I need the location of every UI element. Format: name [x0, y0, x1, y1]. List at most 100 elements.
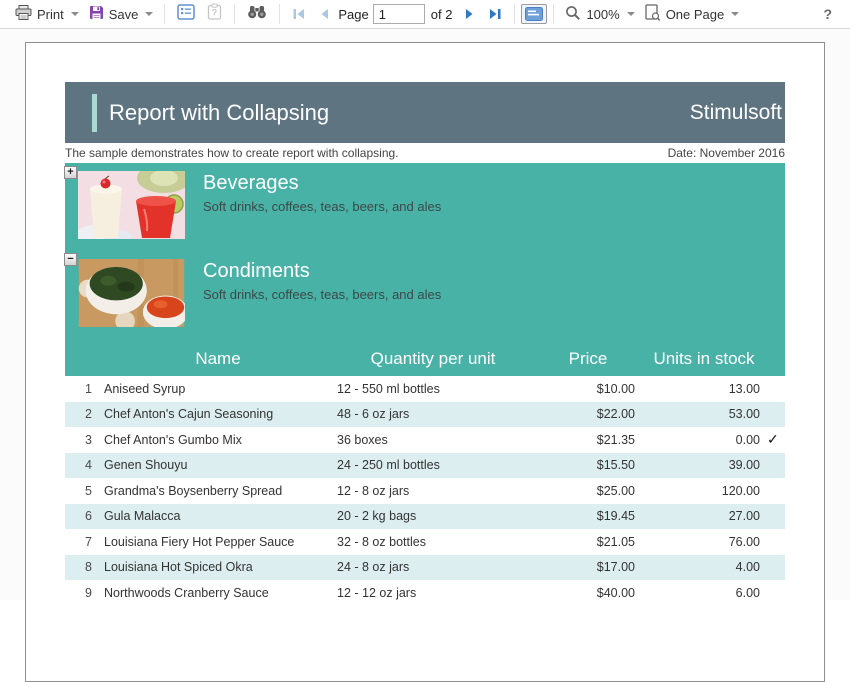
product-units: 27.00 — [643, 509, 765, 523]
product-price: $21.35 — [533, 433, 643, 447]
column-header-price: Price — [533, 349, 643, 369]
product-units: 13.00 — [643, 382, 765, 396]
toolbar-separator — [514, 4, 515, 24]
report-page: Report with Collapsing Stimulsoft The sa… — [25, 42, 825, 682]
product-quantity: 20 - 2 kg bags — [333, 509, 533, 523]
product-quantity: 24 - 250 ml bottles — [333, 458, 533, 472]
row-number: 4 — [65, 458, 103, 472]
bookmarks-button[interactable] — [171, 1, 201, 28]
expand-toggle-icon[interactable]: + — [64, 166, 77, 179]
row-number: 9 — [65, 586, 103, 600]
product-name: Louisiana Hot Spiced Okra — [103, 560, 333, 574]
column-header-name: Name — [103, 349, 333, 369]
product-price: $25.00 — [533, 484, 643, 498]
printer-icon — [15, 5, 32, 23]
product-quantity: 36 boxes — [333, 433, 533, 447]
table-row: 5 Grandma's Boysenberry Spread 12 - 8 oz… — [65, 478, 785, 504]
product-name: Chef Anton's Cajun Seasoning — [103, 407, 333, 421]
row-number: 6 — [65, 509, 103, 523]
product-name: Gula Malacca — [103, 509, 333, 523]
product-name: Chef Anton's Gumbo Mix — [103, 433, 333, 447]
prev-page-button[interactable] — [312, 5, 336, 23]
toolbar-separator — [164, 4, 165, 24]
last-page-icon — [488, 8, 502, 20]
save-button[interactable]: Save — [84, 2, 159, 26]
find-button[interactable] — [241, 1, 273, 27]
row-number: 3 — [65, 433, 103, 447]
table-row: 9 Northwoods Cranberry Sauce 12 - 12 oz … — [65, 580, 785, 606]
table-header-row: Name Quantity per unit Price Units in st… — [65, 341, 785, 376]
next-page-button[interactable] — [458, 5, 482, 23]
chevron-down-icon — [627, 12, 635, 16]
report-title: Report with Collapsing — [109, 100, 690, 126]
last-page-button[interactable] — [482, 5, 508, 23]
product-quantity: 12 - 550 ml bottles — [333, 382, 533, 396]
chevron-down-icon — [71, 12, 79, 16]
product-units: 39.00 — [643, 458, 765, 472]
print-button[interactable]: Print — [10, 2, 84, 26]
row-number: 2 — [65, 407, 103, 421]
product-units: 0.00 — [643, 433, 765, 447]
prev-page-icon — [318, 8, 330, 20]
table-row: 4 Genen Shouyu 24 - 250 ml bottles $15.5… — [65, 453, 785, 479]
product-name: Northwoods Cranberry Sauce — [103, 586, 333, 600]
page-total-label: of 2 — [431, 7, 453, 22]
first-page-icon — [292, 8, 306, 20]
product-price: $22.00 — [533, 407, 643, 421]
table-row: 2 Chef Anton's Cajun Seasoning 48 - 6 oz… — [65, 402, 785, 428]
category-beverages: + — [65, 163, 785, 251]
brand-label: Stimulsoft — [690, 101, 782, 125]
save-label: Save — [109, 7, 139, 22]
table-body: 1 Aniseed Syrup 12 - 550 ml bottles $10.… — [65, 376, 785, 606]
report-viewer-area: Report with Collapsing Stimulsoft The sa… — [0, 30, 850, 600]
row-number: 5 — [65, 484, 103, 498]
zoom-button[interactable]: 100% — [560, 2, 639, 27]
toolbar-separator — [553, 4, 554, 24]
page-number-input[interactable] — [373, 4, 425, 24]
beverages-photo — [78, 171, 185, 239]
product-name: Louisiana Fiery Hot Pepper Sauce — [103, 535, 333, 549]
toolbar-separator — [279, 4, 280, 24]
product-price: $21.05 — [533, 535, 643, 549]
toolbar-separator — [234, 4, 235, 24]
product-units: 4.00 — [643, 560, 765, 574]
category-text: Beverages Soft drinks, coffees, teas, be… — [203, 172, 441, 214]
chevron-down-icon — [145, 12, 153, 16]
full-screen-button[interactable] — [521, 4, 547, 24]
magnifier-icon — [565, 5, 581, 24]
product-units: 76.00 — [643, 535, 765, 549]
parameters-clipboard-icon: ? — [207, 3, 222, 25]
help-button[interactable]: ? — [815, 4, 840, 24]
category-name: Beverages — [203, 172, 441, 195]
report-content: Report with Collapsing Stimulsoft The sa… — [65, 82, 785, 606]
parameters-button[interactable]: ? — [201, 0, 228, 28]
report-date: Date: November 2016 — [668, 146, 785, 160]
view-mode-label: One Page — [666, 7, 725, 22]
category-description: Soft drinks, coffees, teas, beers, and a… — [203, 287, 441, 302]
category-description: Soft drinks, coffees, teas, beers, and a… — [203, 199, 441, 214]
first-page-button[interactable] — [286, 5, 312, 23]
collapse-toggle-icon[interactable]: − — [64, 253, 77, 266]
product-price: $15.50 — [533, 458, 643, 472]
table-row: 7 Louisiana Fiery Hot Pepper Sauce 32 - … — [65, 529, 785, 555]
category-section: + — [65, 163, 785, 376]
report-subline: The sample demonstrates how to create re… — [65, 143, 785, 163]
table-row: 6 Gula Malacca 20 - 2 kg bags $19.45 27.… — [65, 504, 785, 530]
check-mark-icon: ✓ — [765, 431, 785, 448]
product-units: 120.00 — [643, 484, 765, 498]
category-text: Condiments Soft drinks, coffees, teas, b… — [203, 260, 441, 302]
category-name: Condiments — [203, 260, 441, 283]
product-name: Genen Shouyu — [103, 458, 333, 472]
column-header-quantity: Quantity per unit — [333, 349, 533, 369]
bookmarks-icon — [177, 4, 195, 25]
next-page-icon — [464, 8, 476, 20]
table-row: 3 Chef Anton's Gumbo Mix 36 boxes $21.35… — [65, 427, 785, 453]
product-quantity: 24 - 8 oz jars — [333, 560, 533, 574]
column-header-units: Units in stock — [643, 349, 765, 369]
product-units: 6.00 — [643, 586, 765, 600]
print-label: Print — [37, 7, 64, 22]
product-quantity: 12 - 12 oz jars — [333, 586, 533, 600]
view-mode-button[interactable]: One Page — [640, 1, 745, 27]
product-price: $17.00 — [533, 560, 643, 574]
accent-bar — [92, 94, 97, 132]
